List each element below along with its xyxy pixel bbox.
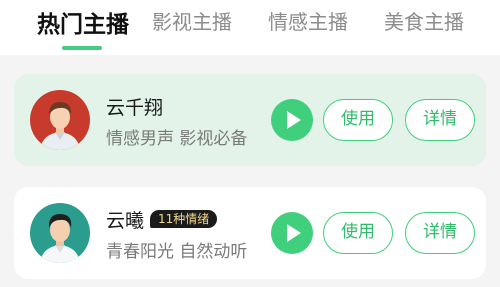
anchor-description: 情感男声 影视必备 [106, 129, 248, 149]
anchor-card[interactable]: 云千翔 情感男声 影视必备 使用 详情 [14, 74, 486, 166]
emotion-badge: 11种情绪 [150, 210, 218, 228]
anchor-name-row: 云千翔 [106, 94, 164, 119]
tab-food-anchors[interactable]: 美食主播 [384, 6, 464, 35]
play-button[interactable] [271, 212, 313, 254]
anchor-name: 云千翔 [106, 96, 164, 119]
play-icon [287, 111, 301, 129]
tab-bar: 热门主播 影视主播 情感主播 美食主播 [0, 0, 500, 55]
tab-hot-anchors[interactable]: 热门主播 [37, 5, 129, 39]
play-button[interactable] [271, 99, 313, 141]
anchor-description: 青春阳光 自然动听 [106, 242, 248, 262]
anchor-card[interactable]: 云曦 11种情绪 青春阳光 自然动听 使用 详情 [14, 187, 486, 279]
use-button[interactable]: 使用 [323, 99, 393, 141]
active-tab-indicator [62, 46, 102, 50]
male-anchor-avatar-icon [30, 90, 90, 150]
play-icon [287, 224, 301, 242]
detail-button[interactable]: 详情 [405, 212, 475, 254]
anchor-name-row: 云曦 11种情绪 [106, 207, 218, 232]
anchor-name: 云曦 [106, 209, 145, 232]
male-anchor-avatar-icon [30, 203, 90, 263]
use-button[interactable]: 使用 [323, 212, 393, 254]
tab-emotion-anchors[interactable]: 情感主播 [268, 6, 348, 35]
tab-film-anchors[interactable]: 影视主播 [152, 6, 232, 35]
detail-button[interactable]: 详情 [405, 99, 475, 141]
